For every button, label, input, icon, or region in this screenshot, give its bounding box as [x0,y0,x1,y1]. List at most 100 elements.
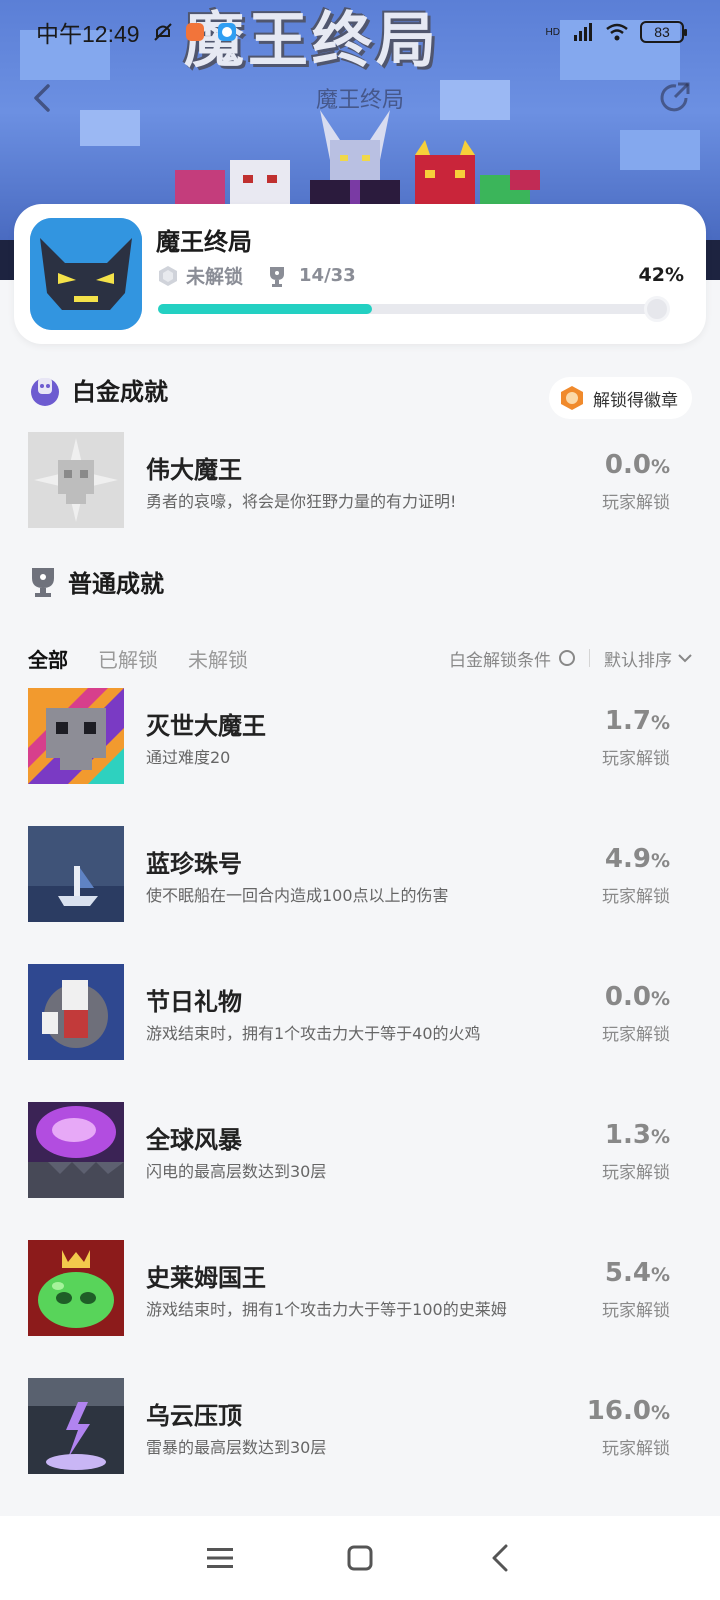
platinum-section-title: 白金成就 [72,378,168,406]
signal-icon [574,23,592,41]
progress-bar [158,296,670,322]
trophy-icon [270,266,285,287]
lock-icon [159,265,177,286]
progress-end-marker [644,296,670,322]
trophy-count: 14/33 [299,265,356,286]
achievement-percent-unit: % [650,1264,670,1286]
achievement-percent: 1.7% [605,706,670,736]
progress-fill [158,304,373,314]
platinum-section-header: 白金成就 [28,372,168,407]
achievement-row[interactable]: 全球风暴 闪电的最高层数达到30层 1.3% 玩家解锁 [28,1102,692,1198]
title-bar: 魔王终局 [0,66,720,130]
achievement-percent-value: 0.0 [604,450,651,480]
filter-bar: 全部 已解锁 未解锁 白金解锁条件 默认排序 [28,640,692,676]
achievement-percent-value: 5.4 [604,1258,651,1288]
battery-indicator: 83 [640,21,687,43]
lock-status-text: 未解锁 [186,266,244,288]
achievement-percent-value: 0.0 [604,982,651,1012]
achievement-desc: 勇者的哀嚎，将会是你狂野力量的有力证明! [146,492,457,511]
achievement-name: 灭世大魔王 [146,712,266,740]
achievement-desc: 游戏结束时，拥有1个攻击力大于等于100的史莱姆 [146,1300,507,1319]
unlock-badge-label: 解锁得徽章 [593,390,678,411]
game-summary-card[interactable]: 魔王终局 未解锁 14/33 42% [14,204,706,344]
achievement-name: 节日礼物 [146,988,242,1016]
achievement-thumb-dark-clouds [28,1378,124,1474]
system-nav-bar [0,1516,720,1600]
progress-percent: 42% [638,264,684,286]
achievement-row[interactable]: 灭世大魔王 通过难度20 1.7% 玩家解锁 [28,688,692,784]
achievement-percent-label: 玩家解锁 [602,1301,670,1321]
wifi-icon [606,23,628,41]
achievement-percent-unit: % [650,712,670,734]
app-notification-icon [185,23,204,41]
achievement-percent: 1.3% [605,1120,670,1150]
achievement-row[interactable]: 乌云压顶 雷暴的最高层数达到30层 16.0% 玩家解锁 [28,1378,692,1474]
achievement-desc: 闪电的最高层数达到30层 [146,1162,327,1181]
achievement-percent: 5.4% [605,1258,670,1288]
achievement-desc: 雷暴的最高层数达到30层 [146,1438,327,1457]
status-bar: 中午12:49 HD 83 [0,0,720,64]
achievement-percent-value: 16.0 [586,1396,651,1426]
tab-unlocked[interactable]: 已解锁 [98,644,158,673]
achievement-percent: 0.0% [605,982,670,1012]
page-title: 魔王终局 [315,88,404,113]
platinum-icon [31,377,59,406]
achievement-name: 史莱姆国王 [146,1264,266,1292]
achievement-percent-label: 玩家解锁 [602,1163,670,1183]
message-notification-icon [217,23,236,41]
achievement-percent-label: 玩家解锁 [602,493,670,513]
achievement-percent-value: 1.7 [604,706,651,736]
achievement-thumb-global-storm [28,1102,124,1198]
achievement-percent: 16.0% [587,1396,670,1426]
achievement-thumb-slime-king [28,1240,124,1336]
status-time: 中午12:49 [36,21,140,47]
achievement-name: 蓝珍珠号 [146,850,242,878]
achievement-percent-unit: % [650,1126,670,1148]
achievement-percent-unit: % [650,850,670,872]
achievement-percent-unit: % [650,1402,670,1424]
achievement-name: 乌云压顶 [146,1402,242,1430]
achievement-percent: 4.9% [605,844,670,874]
nav-back-icon[interactable] [480,1538,520,1578]
platinum-condition-label: 白金解锁条件 [449,650,551,671]
achievement-percent-label: 玩家解锁 [602,1439,670,1459]
achievement-percent-unit: % [650,988,670,1010]
achievement-thumb-blue-pearl [28,826,124,922]
platinum-achievement-row[interactable]: 伟大魔王 勇者的哀嚎，将会是你狂野力量的有力证明! 0.0% 玩家解锁 [28,432,692,528]
sort-label: 默认排序 [604,650,672,671]
achievement-percent-label: 玩家解锁 [602,749,670,769]
game-icon [30,218,142,330]
achievement-percent-label: 玩家解锁 [602,1025,670,1045]
lock-status-row: 未解锁 14/33 [156,262,356,289]
tab-locked[interactable]: 未解锁 [188,644,248,673]
normal-section-title: 普通成就 [68,570,164,598]
home-icon[interactable] [340,1538,380,1578]
back-icon[interactable] [26,80,62,116]
achievement-thumb-great-demon [28,432,124,528]
share-icon[interactable] [656,78,694,116]
tab-all[interactable]: 全部 [28,644,68,673]
normal-section-header: 普通成就 [28,564,164,599]
achievement-row[interactable]: 蓝珍珠号 使不眠船在一回合内造成100点以上的伤害 4.9% 玩家解锁 [28,826,692,922]
badge-icon [561,386,583,410]
unlock-badge-button[interactable]: 解锁得徽章 [549,377,692,419]
achievement-name: 全球风暴 [146,1126,242,1154]
trophy-section-icon [32,567,54,597]
menu-icon[interactable] [200,1538,240,1578]
mute-icon [153,23,172,41]
achievement-desc: 游戏结束时，拥有1个攻击力大于等于40的火鸡 [146,1024,481,1043]
achievement-row[interactable]: 史莱姆国王 游戏结束时，拥有1个攻击力大于等于100的史莱姆 5.4% 玩家解锁 [28,1240,692,1336]
game-name: 魔王终局 [156,228,252,256]
achievement-row[interactable]: 节日礼物 游戏结束时，拥有1个攻击力大于等于40的火鸡 0.0% 玩家解锁 [28,964,692,1060]
platinum-condition-radio[interactable] [559,650,575,666]
banner-monster-white [225,150,295,210]
achievement-thumb-world-destroyer [28,688,124,784]
achievement-percent-unit: % [650,456,670,478]
chevron-down-icon [678,654,692,663]
platinum-condition-toggle[interactable]: 白金解锁条件 [449,646,575,671]
sort-dropdown[interactable]: 默认排序 [604,646,692,671]
achievement-desc: 使不眠船在一回合内造成100点以上的伤害 [146,886,449,905]
banner-monster-red [410,140,480,210]
achievement-thumb-holiday-gift [28,964,124,1060]
achievement-percent-value: 4.9 [604,844,651,874]
